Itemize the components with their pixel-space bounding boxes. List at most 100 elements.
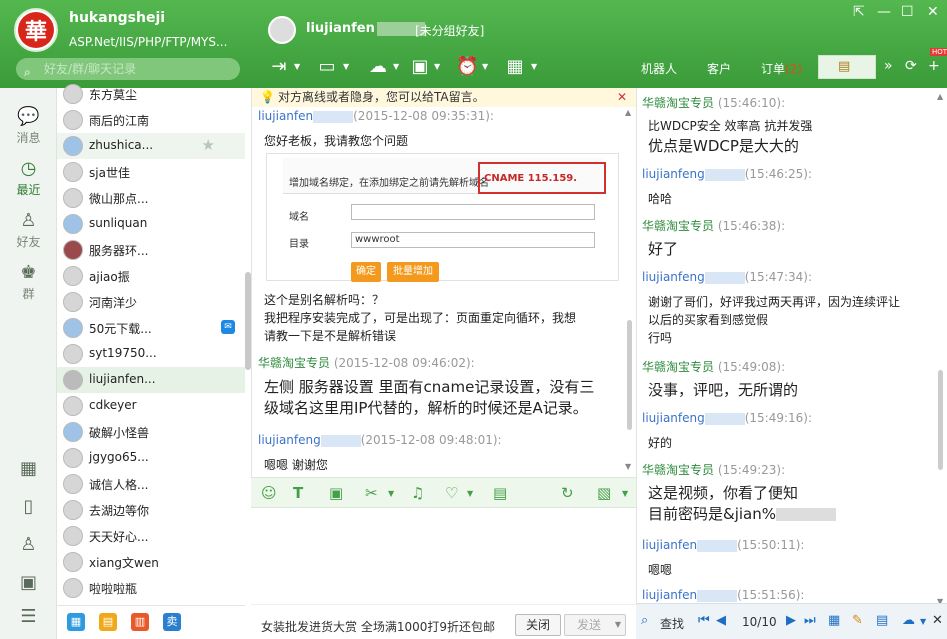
forward-icon[interactable]: » [884, 58, 893, 74]
search-icon[interactable]: ⌕ [641, 613, 648, 628]
chevron-down-icon[interactable]: ▼ [294, 62, 300, 71]
chat-scrollbar[interactable] [627, 320, 632, 430]
calendar-icon[interactable]: ▦ [828, 613, 840, 628]
nav-groups[interactable]: ♚ 群 [0, 262, 57, 302]
chevron-down-icon[interactable]: ▼ [531, 62, 537, 71]
shake-icon[interactable]: ♫ [411, 484, 424, 502]
sender-name[interactable]: liujianfen [258, 109, 313, 123]
close-icon[interactable]: ✕ [617, 88, 627, 107]
list-item[interactable]: 去湖边等你 [57, 497, 245, 523]
sender-name[interactable]: liujianfen [642, 588, 697, 602]
chevron-down-icon[interactable]: ▼ [434, 62, 440, 71]
first-page-icon[interactable]: ⏮ [698, 613, 710, 628]
list-item[interactable]: liujianfen... [57, 367, 245, 393]
chat-icon[interactable]: ☁ [367, 56, 389, 78]
history-icon[interactable]: ▧ [597, 484, 611, 502]
tab-notes[interactable]: ▤ [818, 55, 876, 79]
list-item[interactable]: 微山那点... [57, 185, 245, 211]
list-item[interactable]: 河南洋少 [57, 289, 245, 315]
list-item[interactable]: 诚信人格... [57, 471, 245, 497]
image-icon[interactable]: ▣ [329, 484, 343, 502]
alarm-icon[interactable]: ⏰ [456, 56, 478, 78]
font-icon[interactable]: T [293, 484, 303, 502]
video-icon[interactable]: ▭ [316, 56, 338, 78]
table-icon[interactable]: ▤ [493, 484, 507, 502]
sender-name[interactable]: 华赣淘宝专员 [642, 219, 714, 233]
find-button[interactable]: 查找 [660, 615, 684, 632]
close-icon[interactable]: ✕ [927, 4, 939, 20]
tab-orders[interactable]: 订单(2) [761, 60, 802, 77]
list-item[interactable]: 啦啦啦瓶 [57, 575, 245, 601]
folder-icon[interactable]: ▤ [99, 613, 117, 631]
list-item[interactable]: sunliquan [57, 211, 245, 237]
refresh-icon[interactable]: ⟳ [905, 58, 917, 74]
screen-share-icon[interactable]: ▣ [409, 56, 431, 78]
sender-name[interactable]: liujianfeng [642, 270, 705, 284]
mail-icon[interactable]: ✉ [221, 320, 235, 334]
chevron-down-icon[interactable]: ▼ [615, 615, 621, 635]
scroll-up-icon[interactable]: ▲ [625, 108, 631, 117]
emoji-icon[interactable]: ☺ [261, 484, 277, 502]
chevron-down-icon[interactable]: ▼ [343, 62, 349, 71]
last-page-icon[interactable]: ⏭ [804, 613, 816, 628]
chevron-down-icon[interactable]: ▼ [920, 617, 926, 626]
list-item[interactable]: xiang文wen [57, 549, 245, 575]
phone-icon[interactable]: ▯ [0, 496, 57, 517]
star-icon[interactable]: ★ [202, 136, 215, 154]
list-item[interactable]: ajiao振 [57, 263, 245, 289]
user-signature[interactable]: ASP.Net/IIS/PHP/FTP/MYS... [69, 35, 227, 49]
sender-name[interactable]: 华赣淘宝专员 [258, 356, 330, 370]
peer-avatar[interactable] [268, 16, 296, 44]
chevron-down-icon[interactable]: ▼ [388, 489, 394, 498]
menu-icon[interactable]: ☰ [0, 606, 57, 627]
send-button[interactable]: 发送 ▼ [564, 614, 626, 636]
sell-icon[interactable]: 卖 [163, 613, 181, 631]
list-item[interactable]: jgygo65... [57, 445, 245, 471]
contact-search-icon[interactable]: ♙ [0, 534, 57, 555]
user-avatar[interactable]: 華 [14, 8, 58, 52]
scroll-up-icon[interactable]: ▲ [937, 92, 943, 101]
close-button[interactable]: 关闭 [515, 614, 561, 636]
ad-link[interactable]: 女装批发进货大赏 全场满1000打9折还包邮 [261, 618, 495, 635]
screenshot-image[interactable]: 增加域名绑定，在添加绑定之前请先解析域名 CNAME 115.159. 域名 目… [266, 153, 619, 282]
sender-name[interactable]: liujianfeng [642, 411, 705, 425]
nav-messages[interactable]: 💬 消息 [0, 106, 57, 146]
chevron-down-icon[interactable]: ▼ [467, 489, 473, 498]
peer-name[interactable]: liujianfen [306, 21, 425, 36]
sender-name[interactable]: liujianfeng [642, 167, 705, 181]
nav-recent[interactable]: ◷ 最近 [0, 158, 57, 198]
maximize-icon[interactable]: ☐ [901, 4, 914, 20]
minimize-icon[interactable]: — [877, 4, 891, 20]
next-page-icon[interactable]: ▶ [786, 613, 796, 628]
list-item[interactable]: 50元下载... ✉ [57, 315, 245, 341]
inbox-icon[interactable]: ▣ [0, 572, 57, 593]
apps-icon[interactable]: ▦ [0, 458, 57, 479]
list-item[interactable]: 东方莫尘 [57, 81, 245, 107]
tab-robot[interactable]: 机器人 [641, 60, 677, 77]
list-item[interactable]: syt19750... [57, 341, 245, 367]
transfer-icon[interactable]: ⇥ [268, 56, 290, 78]
shop-icon[interactable]: ▥ [131, 613, 149, 631]
list-item[interactable]: cdkeyer [57, 393, 245, 419]
cloud-icon[interactable]: ☁ [902, 613, 915, 628]
search-input[interactable]: ⌕ 好友/群/聊天记录 [16, 58, 240, 80]
app-icon[interactable]: ▦ [67, 613, 85, 631]
table-icon[interactable]: ▤ [876, 613, 888, 628]
scissors-icon[interactable]: ✂ [365, 484, 378, 502]
prev-page-icon[interactable]: ◀ [716, 613, 726, 628]
list-item[interactable]: 雨后的江南 [57, 107, 245, 133]
export-icon[interactable]: ✎ [852, 613, 863, 628]
tab-customer[interactable]: 客户 [707, 60, 731, 77]
sender-name[interactable]: liujianfen [642, 538, 697, 552]
list-item[interactable]: sja世佳 [57, 159, 245, 185]
list-item[interactable]: 服务器环... [57, 237, 245, 263]
calendar-add-icon[interactable]: ▦ [504, 56, 526, 78]
chevron-down-icon[interactable]: ▼ [622, 489, 628, 498]
heart-icon[interactable]: ♡ [445, 484, 458, 502]
chevron-down-icon[interactable]: ▼ [393, 62, 399, 71]
chevron-down-icon[interactable]: ▼ [482, 62, 488, 71]
sender-name[interactable]: 华赣淘宝专员 [642, 96, 714, 110]
quick-reply-icon[interactable]: ↻ [561, 484, 574, 502]
skin-icon[interactable]: ⇱ [853, 4, 865, 20]
message-input[interactable] [251, 508, 636, 604]
